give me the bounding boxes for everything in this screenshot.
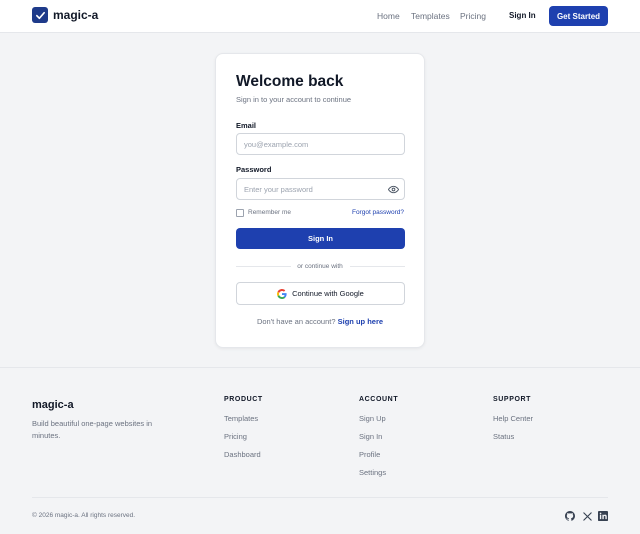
eye-icon[interactable] [387, 183, 399, 195]
footer-link-help-center[interactable]: Help Center [493, 414, 533, 423]
footer-divider [32, 497, 608, 498]
footer-brand[interactable]: magic-a [32, 399, 74, 411]
password-label: Password [236, 165, 272, 174]
footer-heading-account: ACCOUNT [359, 396, 399, 403]
footer-link-sign-up[interactable]: Sign Up [359, 414, 386, 423]
page-subtitle: Sign in to your account to continue [236, 95, 352, 104]
login-card: Welcome back Sign in to your account to … [215, 53, 425, 348]
signup-prompt-text: Don't have an account? [256, 317, 336, 326]
get-started-button[interactable]: Get Started [549, 6, 608, 26]
site-footer: magic-a Build beautiful one-page website… [0, 367, 640, 534]
footer-link-settings[interactable]: Settings [359, 468, 386, 477]
footer-link-pricing[interactable]: Pricing [224, 432, 247, 441]
site-header: magic-a Home Templates Pricing Sign In G… [0, 0, 640, 33]
footer-link-dashboard[interactable]: Dashboard [224, 450, 261, 459]
forgot-password-link[interactable]: Forgot password? [352, 209, 404, 216]
remember-me-checkbox[interactable] [236, 209, 244, 217]
footer-heading-support: SUPPORT [493, 396, 532, 403]
brand-name[interactable]: magic-a [53, 8, 98, 22]
linkedin-icon[interactable] [598, 511, 608, 521]
nav-sign-in[interactable]: Sign In [509, 11, 536, 20]
remember-me-label[interactable]: Remember me [248, 209, 291, 216]
email-field[interactable] [236, 133, 405, 155]
x-icon[interactable] [582, 511, 592, 521]
google-button-label: Continue with Google [292, 289, 364, 298]
footer-link-sign-in[interactable]: Sign In [359, 432, 382, 441]
divider-right [350, 266, 405, 267]
copyright-text: © 2026 magic-a. All rights reserved. [32, 512, 136, 519]
footer-tagline: Build beautiful one-page websites in min… [32, 419, 153, 440]
sign-in-button[interactable]: Sign In [236, 228, 405, 249]
nav-home[interactable]: Home [377, 11, 400, 21]
google-sign-in-button[interactable]: Continue with Google [236, 282, 405, 305]
footer-heading-product: PRODUCT [224, 396, 263, 403]
signup-prompt: Don't have an account? Sign up here [216, 317, 424, 326]
page-title: Welcome back [236, 73, 344, 90]
github-icon[interactable] [565, 511, 575, 521]
nav-templates[interactable]: Templates [411, 11, 450, 21]
footer-link-templates[interactable]: Templates [224, 414, 258, 423]
footer-link-status[interactable]: Status [493, 432, 514, 441]
logo-check-icon[interactable] [32, 7, 48, 23]
sign-up-link[interactable]: Sign up here [338, 317, 383, 326]
google-icon [277, 288, 287, 299]
footer-link-profile[interactable]: Profile [359, 450, 380, 459]
email-label: Email [236, 121, 257, 130]
nav-pricing[interactable]: Pricing [460, 11, 486, 21]
password-field[interactable] [236, 178, 405, 200]
